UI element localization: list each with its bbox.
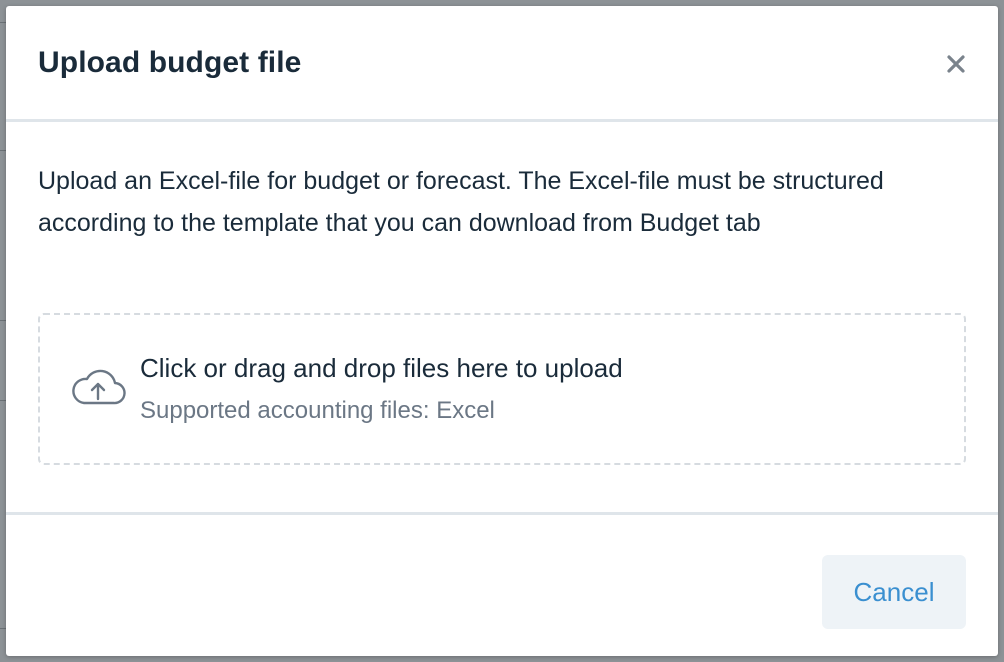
cloud-upload-icon	[72, 369, 126, 405]
upload-budget-modal: Upload budget file Upload an Excel-file …	[6, 6, 998, 656]
file-dropzone[interactable]: Click or drag and drop files here to upl…	[38, 313, 966, 465]
close-icon	[947, 55, 965, 73]
dropzone-supported-files: Supported accounting files: Excel	[140, 397, 495, 424]
dropzone-instruction: Click or drag and drop files here to upl…	[140, 353, 623, 383]
cancel-button[interactable]: Cancel	[822, 555, 966, 629]
modal-footer: Cancel	[6, 512, 998, 656]
modal-header: Upload budget file	[6, 6, 998, 122]
close-button[interactable]	[944, 52, 968, 76]
modal-body: Upload an Excel-file for budget or forec…	[6, 122, 998, 512]
upload-description: Upload an Excel-file for budget or forec…	[38, 167, 884, 237]
modal-title: Upload budget file	[38, 46, 302, 79]
